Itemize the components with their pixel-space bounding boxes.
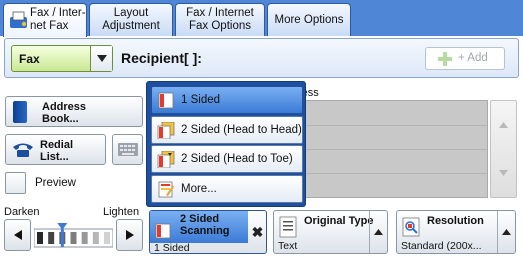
preview-checkbox[interactable]: Preview xyxy=(5,172,143,198)
one-sided-icon xyxy=(155,223,171,239)
recipient-row: Fax Recipient[ ]: + Add xyxy=(4,38,519,78)
popup-item-1-sided[interactable]: 1 Sided xyxy=(151,86,303,114)
redial-label-line1: Redial xyxy=(40,139,74,151)
chevron-up-icon xyxy=(497,211,515,253)
close-icon[interactable]: ✖ xyxy=(248,211,267,253)
popup-item-more[interactable]: More... xyxy=(151,175,303,203)
density-control xyxy=(4,219,143,255)
two-sided-scanning-button[interactable]: 2 Sided Scanning 1 Sided ✖ xyxy=(149,210,267,254)
original-type-title: Original Type xyxy=(304,215,374,227)
tab-fax-label-line1: Fax / Inter- xyxy=(30,7,86,19)
two-sided-head-to-toe-icon xyxy=(157,151,175,168)
darken-button[interactable] xyxy=(4,219,31,251)
preview-label: Preview xyxy=(35,177,76,189)
tab-layout-label-line1: Layout xyxy=(113,7,149,19)
popup-item-2-sided-head-to-toe[interactable]: 2 Sided (Head to Toe) xyxy=(151,145,303,173)
resolution-icon xyxy=(402,217,420,237)
address-book-icon xyxy=(13,101,27,123)
original-type-value: Text xyxy=(278,240,298,252)
scroll-down-button[interactable] xyxy=(491,149,516,197)
popup-item-label: 2 Sided (Head to Head) xyxy=(181,124,302,136)
density-scale xyxy=(34,223,113,248)
phone-icon xyxy=(13,143,33,157)
fax-icon xyxy=(10,11,27,28)
address-book-label-line2: Book... xyxy=(42,113,79,125)
tab-bar: Fax / Inter- net Fax Layout Adjustment F… xyxy=(0,0,523,37)
density-step xyxy=(37,232,43,244)
popup-item-2-sided-head-to-head[interactable]: 2 Sided (Head to Head) xyxy=(151,116,303,144)
tab-layout-label-line2: Adjustment xyxy=(102,20,160,32)
chevron-down-icon xyxy=(90,46,112,71)
arrow-up-icon xyxy=(499,122,508,128)
resolution-value: Standard (200x... xyxy=(401,240,482,252)
popup-item-label: 1 Sided xyxy=(181,94,221,106)
tab-fax-label-line2: net Fax xyxy=(30,20,69,32)
arrow-left-icon xyxy=(13,230,22,240)
tab-options-label-line2: Fax Options xyxy=(189,20,251,32)
keypad-icon xyxy=(118,143,138,156)
two-sided-head-to-head-icon xyxy=(157,122,175,139)
add-button-label: + Add xyxy=(458,52,488,64)
lighten-button[interactable] xyxy=(116,219,143,251)
resolution-button[interactable]: Resolution Standard (200x... xyxy=(396,210,516,254)
checkbox-icon xyxy=(5,172,26,194)
address-book-label-line1: Address xyxy=(42,101,87,113)
density-step xyxy=(70,232,77,244)
scroll-up-button[interactable] xyxy=(491,101,516,149)
arrow-down-icon xyxy=(499,170,508,176)
redial-label-line2: List... xyxy=(40,151,69,163)
darken-label: Darken xyxy=(4,206,40,218)
fax-mode-select[interactable]: Fax xyxy=(11,45,113,72)
sided-title-line2: Scanning xyxy=(180,225,230,237)
tab-fax-options[interactable]: Fax / Internet Fax Options xyxy=(175,3,265,36)
fax-mode-value: Fax xyxy=(19,52,40,66)
tab-more-options[interactable]: More Options xyxy=(267,3,351,36)
resolution-title: Resolution xyxy=(427,215,484,227)
tab-options-label-line1: Fax / Internet xyxy=(186,7,254,19)
address-book-button[interactable]: Address Book... xyxy=(5,96,143,127)
popup-item-label: More... xyxy=(181,183,217,195)
density-step xyxy=(92,232,99,244)
tab-more-label: More Options xyxy=(274,14,344,26)
popup-item-label: 2 Sided (Head to Toe) xyxy=(181,153,293,165)
more-icon xyxy=(158,181,174,198)
fax-screen: Fax / Inter- net Fax Layout Adjustment F… xyxy=(0,0,523,261)
density-indicator-line xyxy=(60,229,64,247)
density-step xyxy=(81,232,88,244)
document-text-icon xyxy=(279,216,297,238)
one-sided-icon xyxy=(158,92,174,109)
original-type-button[interactable]: Original Type Text xyxy=(273,210,388,254)
keypad-button[interactable] xyxy=(112,134,143,165)
list-scrollbar xyxy=(490,100,517,198)
recipient-label: Recipient[ ]: xyxy=(121,50,202,66)
density-step xyxy=(104,232,110,244)
lighten-label: Lighten xyxy=(103,206,140,218)
sided-title-line1: 2 Sided xyxy=(180,213,220,225)
tab-layout-adjustment[interactable]: Layout Adjustment xyxy=(89,3,173,36)
sided-value: 1 Sided xyxy=(154,242,190,254)
tab-fax-internet-fax[interactable]: Fax / Inter- net Fax xyxy=(3,3,87,37)
chevron-up-icon xyxy=(369,211,387,253)
add-recipient-button[interactable]: + Add xyxy=(425,47,505,70)
arrow-right-icon xyxy=(125,230,134,240)
plus-icon xyxy=(438,52,452,66)
sided-scanning-popup: 1 Sided 2 Sided (Head to Head) 2 Sided (… xyxy=(146,81,306,207)
density-step xyxy=(48,232,55,244)
redial-list-button[interactable]: Redial List... xyxy=(5,134,106,165)
